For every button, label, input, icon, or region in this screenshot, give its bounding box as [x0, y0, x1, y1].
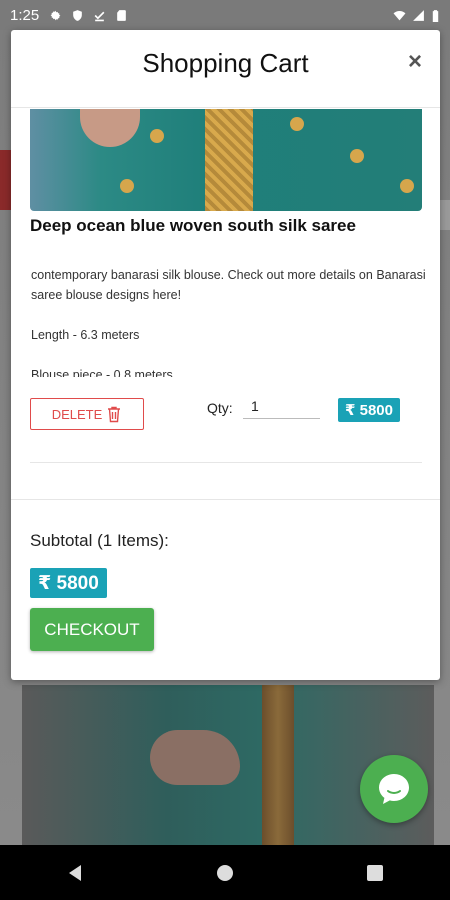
shopping-cart-modal: Shopping Cart × Deep ocean blue woven so…: [11, 30, 440, 680]
product-name: Deep ocean blue woven south silk saree: [30, 216, 356, 235]
chat-button[interactable]: [360, 755, 428, 823]
home-button[interactable]: [205, 853, 245, 893]
divider: [30, 462, 422, 463]
product-description: contemporary banarasi silk blouse. Check…: [31, 265, 426, 377]
signal-icon: [413, 9, 424, 21]
qty-label: Qty:: [207, 400, 233, 416]
divider: [11, 499, 440, 500]
back-triangle-icon: [69, 864, 81, 881]
back-button[interactable]: [55, 853, 95, 893]
recents-square-icon: [367, 864, 383, 881]
shield-icon: [73, 9, 83, 21]
motif: [150, 129, 164, 143]
product-image: [30, 109, 422, 211]
close-button[interactable]: ×: [408, 50, 422, 74]
item-price-badge: ₹ 5800: [338, 398, 400, 422]
product-image-border: [205, 109, 253, 211]
sd-card-icon: [117, 9, 127, 21]
modal-title: Shopping Cart: [142, 48, 309, 78]
delete-button[interactable]: DELETE: [30, 398, 144, 430]
product-image-hand: [80, 109, 140, 147]
status-bar: 1:25: [0, 0, 450, 30]
description-paragraph: Blouse piece - 0.8 meters: [31, 368, 173, 377]
wifi-icon: [393, 10, 406, 20]
gear-icon: [50, 10, 61, 20]
description-paragraph: Length - 6.3 meters: [31, 328, 140, 342]
chat-bubble-icon: [379, 774, 409, 804]
trash-icon: [108, 406, 121, 422]
download-done-icon: [94, 11, 105, 21]
checkout-button[interactable]: CHECKOUT: [30, 608, 154, 651]
navigation-bar: [0, 845, 450, 900]
subtotal-badge: ₹ 5800: [30, 568, 107, 598]
subtotal-label: Subtotal (1 Items):: [30, 531, 169, 550]
background-hand: [150, 730, 240, 785]
qty-input[interactable]: [243, 393, 320, 419]
motif: [400, 179, 414, 193]
motif: [350, 149, 364, 163]
status-time: 1:25: [10, 6, 40, 24]
home-circle-icon: [217, 864, 233, 881]
battery-icon: [432, 9, 439, 22]
motif: [290, 117, 304, 131]
background-saree-border: [262, 685, 294, 845]
motif: [120, 179, 134, 193]
modal-header: Shopping Cart ×: [11, 30, 440, 108]
delete-label: DELETE: [51, 406, 103, 422]
description-paragraph: contemporary banarasi silk blouse. Check…: [31, 268, 426, 302]
recents-button[interactable]: [355, 853, 395, 893]
